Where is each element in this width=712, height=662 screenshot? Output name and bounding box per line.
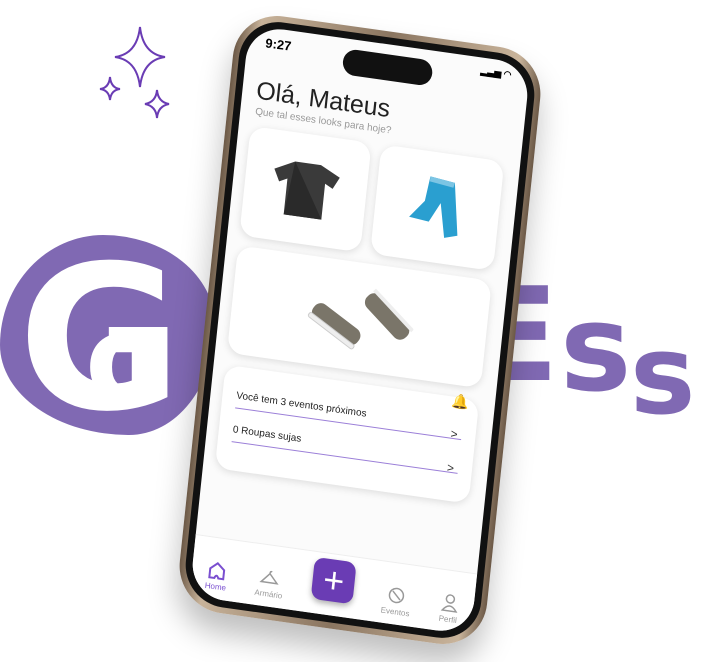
app-screen: 9:27 ▂▃▅ ◠ Olá, Mateus Que tal esses loo… [189,24,531,636]
look-card-shirt[interactable] [239,125,372,253]
events-label: Você tem 3 eventos próximos [235,390,368,420]
logo-letter-s: s [560,280,632,419]
chevron-right-icon: > [449,426,459,442]
dynamic-island [341,48,434,87]
notification-bell-icon[interactable]: 🔔 [451,392,470,411]
look-card-sneakers[interactable] [226,245,492,389]
events-icon [389,587,405,604]
hanger-icon [259,570,280,585]
profile-icon [440,594,457,613]
nav-events-label: Eventos [380,605,410,619]
jeans-icon [409,176,458,238]
home-hanger-icon [208,562,226,581]
status-time: 9:27 [264,35,293,54]
nav-profile[interactable]: Perfil [437,592,460,626]
nav-events[interactable]: Eventos [380,584,412,619]
signal-wifi-icon: ▂▃▅ ◠ [480,65,513,80]
nav-closet-label: Armário [253,587,283,601]
nav-closet[interactable]: Armário [254,566,285,601]
phone-mockup: 9:27 ▂▃▅ ◠ Olá, Mateus Que tal esses loo… [175,10,545,650]
sneakers-icon [307,288,415,350]
chevron-right-icon: > [446,460,455,476]
logo-letter-s: s [630,311,696,439]
look-card-jeans[interactable] [370,144,505,271]
nav-home[interactable]: Home [204,559,228,593]
sparkle-icon [99,26,170,119]
shirt-icon [274,161,340,220]
add-button[interactable]: + [310,556,357,605]
summary-card: 🔔 Você tem 3 eventos próximos > 0 Roupas … [214,364,480,504]
logo-letter-o: o [85,290,168,429]
nav-home-label: Home [204,580,227,593]
dirty-clothes-label: 0 Roupas sujas [232,424,302,445]
nav-profile-label: Perfil [438,613,458,626]
